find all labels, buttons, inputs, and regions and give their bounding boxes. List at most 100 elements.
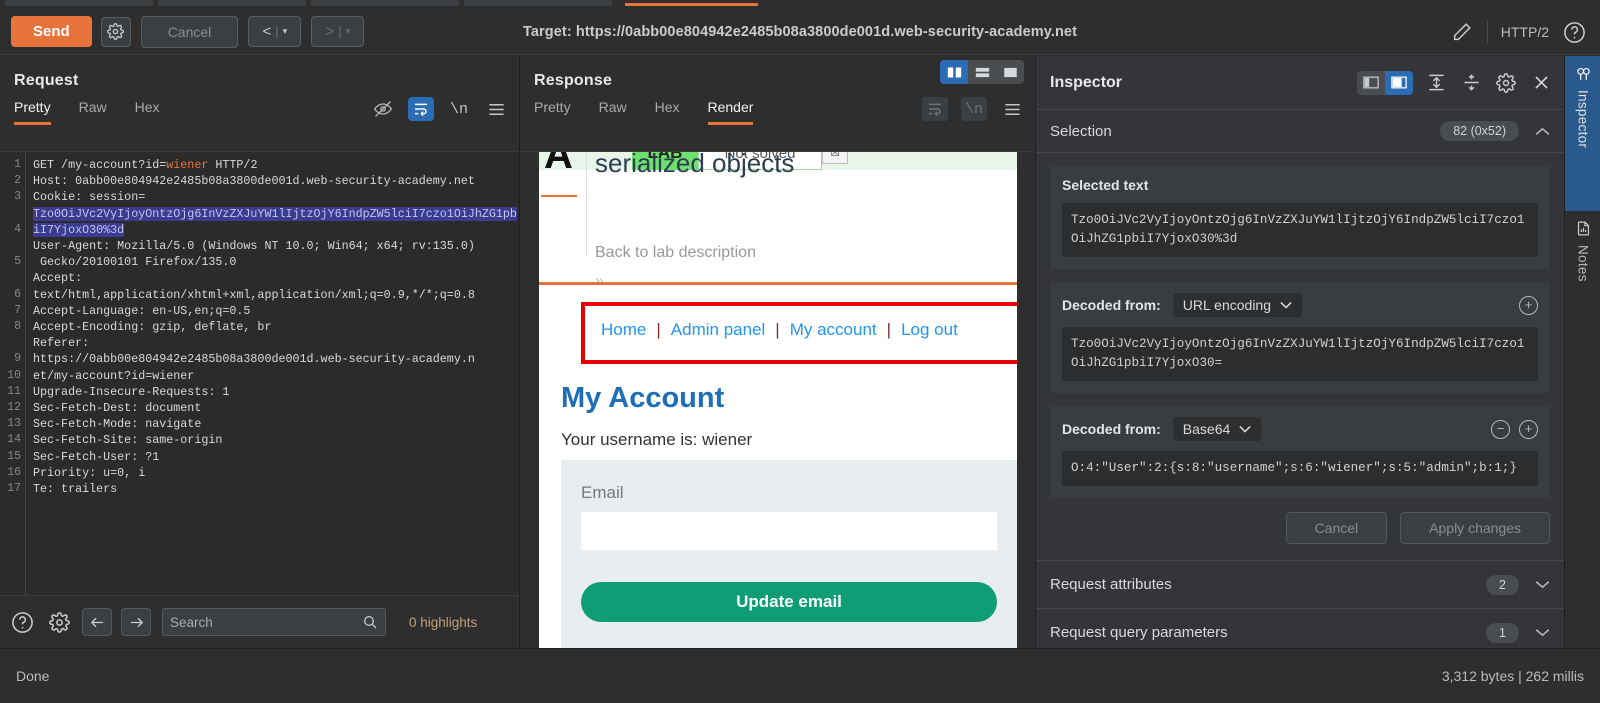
decoded-url-value[interactable]: Tzo0OiJVc2VyIjoyOntzOjg6InVzZXJuYW1lIjtz… [1062,327,1538,381]
section-count-badge: 2 [1486,574,1519,595]
decoded-base64-value[interactable]: O:4:"User":2:{s:8:"username";s:6:"wiener… [1062,451,1538,486]
chevron-down-icon[interactable] [1535,580,1550,589]
selection-count-badge: 82 (0x52) [1440,121,1519,141]
arrow-left-icon[interactable] [82,608,112,636]
help-icon[interactable] [8,608,36,636]
inspector-dock-control[interactable] [1357,70,1413,95]
remove-decoder-button[interactable]: − [1491,419,1510,439]
gear-icon[interactable] [100,16,131,47]
request-line: Sec-Fetch-User: ?1 [33,449,160,464]
username-line: Your username is: wiener [561,430,753,449]
repeater-tab[interactable] [5,0,153,6]
status-right: 3,312 bytes | 262 millis [1441,668,1584,684]
page-title: My Account [561,382,725,414]
update-email-button[interactable]: Update email [581,582,997,622]
nav-link-my-account[interactable]: My account [790,320,877,340]
chevron-down-icon[interactable]: ▾ [283,26,288,37]
chevron-double-right-icon[interactable]: » [595,272,603,289]
eye-off-icon[interactable] [371,98,395,120]
pencil-icon[interactable] [1450,21,1474,43]
apply-changes-button[interactable]: Apply changes [1400,512,1550,544]
decoded-from-label: Decoded from: [1062,421,1161,437]
collapse-all-icon[interactable] [1459,72,1483,94]
repeater-tab[interactable] [158,0,306,6]
back-to-lab-description-link[interactable]: Back to lab description [595,244,756,262]
search-input[interactable] [170,614,362,630]
gear-icon[interactable] [45,608,73,636]
selection-section-header[interactable]: Selection 82 (0x52) [1036,110,1564,153]
layout-toggle-group [940,60,1024,84]
selected-text-value[interactable]: Tzo0OiJVc2VyIjoyOntzOjg6InVzZXJuYW1lIjtz… [1062,203,1538,257]
repeater-tab[interactable] [311,0,459,6]
portswigger-logo: A [544,152,573,177]
tab-hex[interactable]: Hex [655,99,680,125]
next-label: > [325,23,335,40]
repeater-toolbar: Send Cancel < | ▾ > | ▾ [0,9,1600,55]
repeater-tab-strip[interactable] [0,0,1600,9]
email-field[interactable] [581,512,997,550]
add-decoder-button[interactable]: + [1519,295,1538,315]
word-wrap-icon[interactable] [922,97,948,121]
newline-icon[interactable]: \n [447,98,471,120]
close-icon[interactable] [1529,72,1553,94]
chevron-down-icon[interactable] [1280,301,1292,309]
gear-icon[interactable] [1494,72,1518,94]
tab-raw[interactable]: Raw [599,99,627,125]
single-pane-icon[interactable] [996,60,1024,84]
selected-cookie-value[interactable]: Tzo0OiJVc2VyIjoyOntzOjg6InVzZXJuYW1lIjtz… [33,206,517,237]
repeater-tab-active[interactable] [625,0,758,6]
chevron-down-icon[interactable] [1239,425,1251,433]
request-body[interactable]: GET /my-account?id=wiener HTTP/2 Host: 0… [26,152,519,595]
response-pane: Response Pretty Raw Hex Render \n LAB No… [520,56,1035,648]
tab-pretty[interactable]: Pretty [14,99,51,125]
search-icon[interactable] [362,614,378,630]
decoder-type-select[interactable]: Base64 [1172,417,1262,441]
newline-icon[interactable]: \n [961,97,987,121]
tab-raw[interactable]: Raw [79,99,107,125]
section-count-badge: 1 [1486,622,1519,643]
help-icon[interactable] [1562,21,1586,43]
hamburger-menu-icon[interactable] [1000,98,1024,120]
decoder-header: Decoded from: URL encoding + [1062,293,1538,317]
request-pane: Request Pretty Raw Hex \n 1 2 3 4 5 6 7 … [0,56,519,648]
repeater-tab[interactable] [464,0,612,6]
request-attributes-section[interactable]: Request attributes 2 [1036,560,1564,608]
nav-separator: | [656,320,661,339]
request-line: Accept-Language: en-US,en;q=0.5 [33,303,251,318]
nav-link-home[interactable]: Home [601,320,646,340]
split-vertical-icon[interactable] [940,60,968,84]
word-wrap-icon[interactable] [408,97,434,121]
nav-link-admin-panel[interactable]: Admin panel [671,320,766,340]
split-horizontal-icon[interactable] [968,60,996,84]
inspector-icon [1575,65,1592,82]
tab-render[interactable]: Render [707,99,754,125]
rail-tab-notes[interactable]: Notes [1565,211,1600,331]
expand-all-icon[interactable] [1424,72,1448,94]
search-box[interactable] [162,608,386,636]
layout-segmented-control[interactable] [940,60,1024,84]
cancel-button[interactable]: Cancel [140,15,239,48]
tab-hex[interactable]: Hex [135,99,160,125]
request-editor[interactable]: 123 4 5 678 9 10 11 12 13 14 15 16 17 GET /my-ac… [0,151,519,595]
next-request-button[interactable]: > | ▾ [311,16,365,47]
rail-label-inspector: Inspector [1575,90,1591,149]
add-decoder-button[interactable]: + [1519,419,1538,439]
previous-request-button[interactable]: < | ▾ [248,16,302,47]
chevron-up-icon[interactable] [1535,127,1550,136]
panel-left-icon[interactable] [1357,70,1385,95]
request-query-parameters-section[interactable]: Request query parameters 1 [1036,608,1564,648]
divider [1486,21,1488,43]
nav-link-log-out[interactable]: Log out [901,320,958,340]
chevron-down-icon[interactable] [1535,628,1550,637]
hamburger-menu-icon[interactable] [484,98,508,120]
panel-right-icon[interactable] [1385,70,1413,95]
send-button[interactable]: Send [11,16,92,47]
rail-tab-inspector[interactable]: Inspector [1565,56,1600,211]
cancel-button[interactable]: Cancel [1285,512,1388,544]
chevron-down-icon[interactable]: ▾ [346,26,351,37]
decoder-type-select[interactable]: URL encoding [1172,293,1303,317]
arrow-right-icon[interactable] [121,608,151,636]
tab-pretty[interactable]: Pretty [534,99,571,125]
inspector-header-icons [1357,70,1553,95]
notes-icon [1575,220,1592,237]
